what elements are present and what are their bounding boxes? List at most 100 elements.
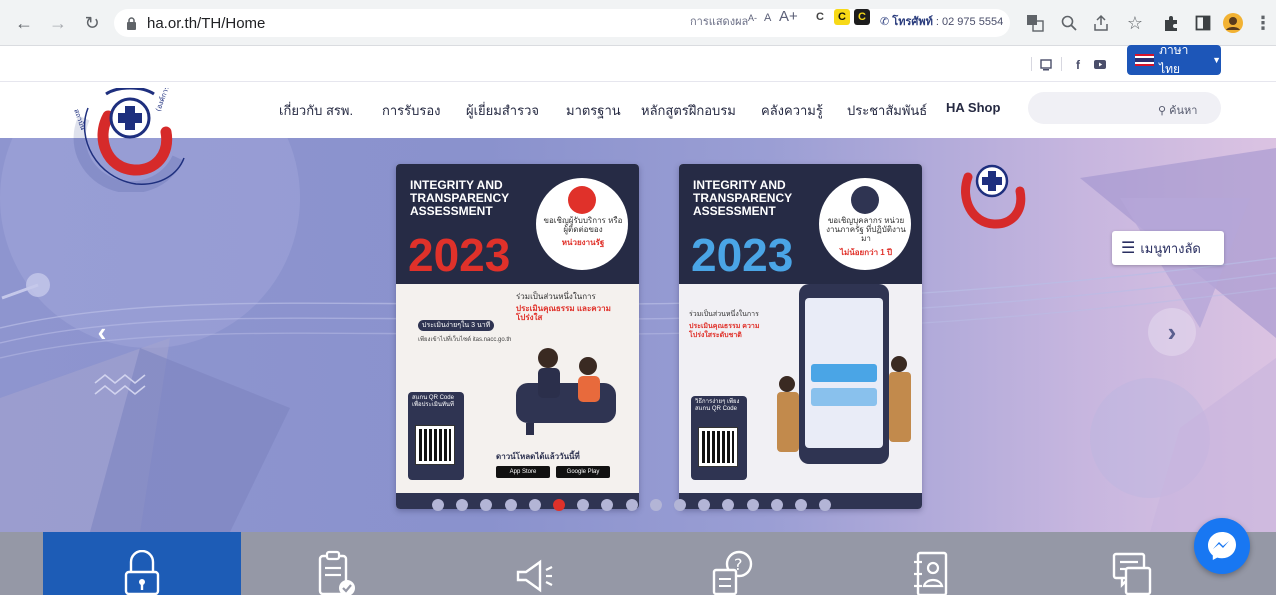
poster-download-text: ดาวน์โหลดได้แล้ววันนี้ที่ bbox=[496, 452, 580, 461]
nav-accreditation[interactable]: การรับรอง bbox=[382, 100, 441, 121]
chevron-left-icon: ‹ bbox=[97, 316, 107, 347]
facebook-icon[interactable]: f bbox=[1076, 58, 1080, 72]
poster-scan-text: สแกน QR Code เพื่อประเมินทันที bbox=[412, 395, 454, 408]
chevron-right-icon: › bbox=[1167, 316, 1177, 347]
sitemap-icon[interactable] bbox=[1040, 59, 1052, 74]
poster-bubble-text: ขอเชิญบุคลากร หน่วยงานภาครัฐ ที่ปฏิบัติง… bbox=[826, 216, 906, 243]
contrast-dark-button[interactable]: C bbox=[854, 9, 870, 25]
ita-poster-public[interactable]: INTEGRITY AND TRANSPARENCY ASSESSMENT 20… bbox=[396, 164, 639, 509]
contrast-yellow-button[interactable]: C bbox=[834, 9, 850, 25]
poster-title: INTEGRITY AND TRANSPARENCY ASSESSMENT bbox=[410, 179, 540, 218]
poster-scan-text: วิธีการง่ายๆ เพียง สแกน QR Code bbox=[695, 399, 740, 412]
nav-about[interactable]: เกี่ยวกับ สรพ. bbox=[279, 100, 353, 121]
qr-code bbox=[698, 427, 738, 467]
slider-prev-button[interactable]: ‹ bbox=[78, 308, 126, 356]
slider-dot[interactable] bbox=[770, 499, 783, 511]
translate-icon[interactable] bbox=[1024, 12, 1046, 34]
chevron-down-icon: ▼ bbox=[1212, 55, 1221, 65]
clipboard-check-icon[interactable] bbox=[315, 550, 359, 595]
nav-training[interactable]: หลักสูตรฝึกอบรม bbox=[641, 100, 736, 121]
contrast-normal-button[interactable]: C bbox=[812, 9, 828, 25]
hero-ha-logo bbox=[940, 157, 1040, 242]
nav-surveyors[interactable]: ผู้เยี่ยมสำรวจ bbox=[466, 100, 539, 121]
poster-title-line: ASSESSMENT bbox=[693, 204, 776, 218]
nav-ha-shop[interactable]: HA Shop bbox=[946, 100, 1000, 115]
poster-mid-highlight: ประเมินคุณธรรม และความโปร่งใส bbox=[516, 304, 611, 322]
divider bbox=[1031, 57, 1032, 71]
poster-bubble-highlight: ไม่น้อยกว่า 1 ปี bbox=[839, 248, 893, 257]
extensions-icon[interactable] bbox=[1160, 12, 1182, 34]
slider-dot[interactable] bbox=[504, 499, 517, 511]
poster-year: 2023 bbox=[691, 229, 794, 281]
poster-title: INTEGRITY AND TRANSPARENCY ASSESSMENT bbox=[693, 179, 823, 218]
search-button[interactable]: ⚲ ค้นหา bbox=[1158, 101, 1197, 119]
font-normal-button[interactable]: A bbox=[764, 12, 771, 24]
ita-poster-staff[interactable]: INTEGRITY AND TRANSPARENCY ASSESSMENT 20… bbox=[679, 164, 922, 509]
slider-dot[interactable] bbox=[746, 499, 759, 511]
slider-dot[interactable] bbox=[649, 499, 662, 511]
profile-avatar[interactable] bbox=[1222, 12, 1244, 34]
divider bbox=[1061, 57, 1062, 71]
svg-text:สถาบัน: สถาบัน bbox=[72, 108, 87, 131]
shortcut-menu-button[interactable]: ☰ เมนูทางลัด bbox=[1112, 231, 1224, 265]
phone-info: ✆ โทรศัพท์ : 02 975 5554 bbox=[880, 12, 1003, 30]
hamburger-icon: ☰ bbox=[1121, 240, 1136, 257]
share-icon[interactable] bbox=[1090, 12, 1112, 34]
book-person-icon[interactable] bbox=[910, 550, 954, 595]
url-text: ha.or.th/TH/Home bbox=[147, 14, 266, 32]
ha-logo[interactable]: สถาบัน (องค์การ bbox=[66, 84, 196, 194]
poster-step-title: ประเมินง่ายๆใน 3 นาที bbox=[418, 320, 495, 331]
shortcut-menu-label: เมนูทางลัด bbox=[1140, 240, 1201, 256]
lock-icon bbox=[126, 16, 137, 30]
slider-dot[interactable] bbox=[795, 499, 807, 511]
forward-icon[interactable]: → bbox=[46, 11, 70, 35]
utility-bar bbox=[0, 47, 1276, 82]
youtube-icon[interactable] bbox=[1094, 60, 1106, 73]
menu-dots-icon[interactable]: ⋮ bbox=[1254, 12, 1272, 34]
phone-icon: ✆ bbox=[880, 16, 890, 28]
chat-document-icon[interactable] bbox=[1110, 550, 1154, 595]
app-store-badge: App Store bbox=[496, 466, 550, 478]
phone-label: โทรศัพท์ bbox=[892, 16, 933, 28]
poster-mid-text: ร่วมเป็นส่วนหนึ่งในการ bbox=[689, 311, 759, 318]
person-icon bbox=[568, 186, 596, 214]
browser-toolbar: ← → ↻ ha.or.th/TH/Home ☆ ⋮ bbox=[0, 0, 1276, 46]
lock-icon[interactable] bbox=[120, 549, 164, 595]
poster-illustration bbox=[777, 284, 911, 464]
qr-code bbox=[415, 425, 455, 465]
poster-illustration bbox=[516, 348, 616, 435]
slider-dot[interactable] bbox=[432, 499, 444, 511]
language-label: ภาษาไทย bbox=[1159, 43, 1189, 76]
slider-dot[interactable] bbox=[674, 499, 686, 511]
poster-bubble-highlight: หน่วยงานรัฐ bbox=[561, 238, 605, 247]
nav-knowledge[interactable]: คลังความรู้ bbox=[761, 100, 823, 121]
svg-text:(องค์การ: (องค์การ bbox=[154, 88, 171, 113]
font-small-button[interactable]: A- bbox=[748, 13, 757, 23]
search-label: ค้นหา bbox=[1169, 105, 1198, 117]
google-play-badge: Google Play bbox=[556, 466, 610, 478]
slider-dot[interactable] bbox=[625, 499, 638, 511]
search-icon: ⚲ bbox=[1158, 105, 1167, 117]
reload-icon[interactable]: ↻ bbox=[80, 11, 104, 35]
display-label: การแสดงผล bbox=[690, 16, 749, 28]
font-large-button[interactable]: A+ bbox=[779, 8, 798, 25]
poster-mid-highlight: ประเมินคุณธรรม ความโปร่งใสระดับชาติ bbox=[689, 323, 760, 339]
slider-dot[interactable] bbox=[553, 499, 565, 511]
back-icon[interactable]: ← bbox=[12, 11, 36, 35]
nav-standards[interactable]: มาตรฐาน bbox=[566, 100, 621, 121]
address-bar[interactable]: ha.or.th/TH/Home bbox=[114, 9, 1010, 37]
faq-icon[interactable]: ? bbox=[711, 550, 755, 595]
nav-public-relations[interactable]: ประชาสัมพันธ์ bbox=[847, 100, 927, 121]
messenger-chat-button[interactable] bbox=[1194, 518, 1250, 574]
language-selector[interactable]: ภาษาไทย ▼ bbox=[1127, 43, 1221, 76]
slider-next-button[interactable]: › bbox=[1148, 308, 1196, 356]
poster-mid-text: ร่วมเป็นส่วนหนึ่งในการ bbox=[516, 292, 596, 301]
people-icon bbox=[851, 186, 879, 214]
thai-flag-icon bbox=[1135, 54, 1155, 66]
slider-dot[interactable] bbox=[528, 499, 541, 511]
phone-number: : 02 975 5554 bbox=[935, 16, 1004, 28]
bookmark-star-icon[interactable]: ☆ bbox=[1124, 12, 1146, 34]
megaphone-icon[interactable] bbox=[512, 550, 556, 595]
zoom-icon[interactable] bbox=[1058, 12, 1080, 34]
side-panel-icon[interactable] bbox=[1192, 12, 1214, 34]
